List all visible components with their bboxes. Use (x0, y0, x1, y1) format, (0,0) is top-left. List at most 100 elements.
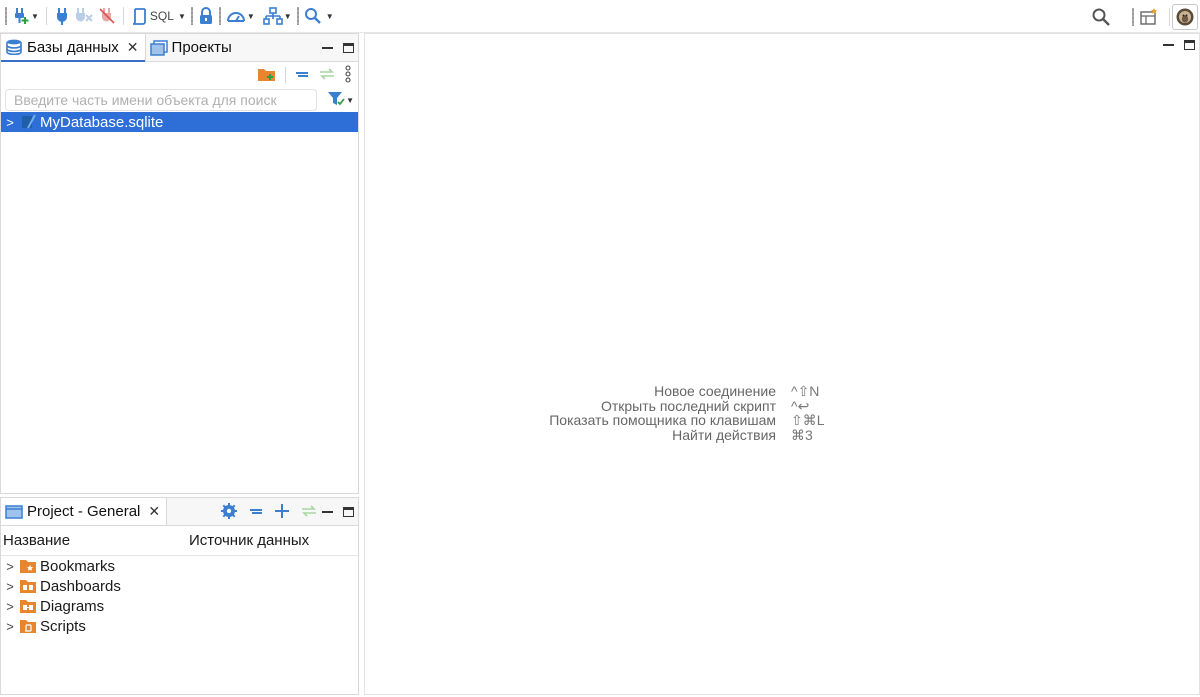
network-button[interactable]: ▼ (261, 4, 294, 28)
close-icon[interactable]: ✕ (127, 39, 139, 56)
tab-project-general[interactable]: Project - General ✕ (1, 498, 168, 525)
toolbar-grip[interactable] (218, 7, 221, 25)
list-item-label: Dashboards (40, 577, 121, 595)
hint-find-actions[interactable]: Найти действия ⌘3 (545, 428, 825, 443)
close-icon[interactable]: ✕ (148, 503, 160, 520)
hint-shortcut: ⌘3 (791, 426, 813, 443)
minimize-icon[interactable] (1163, 44, 1174, 46)
maximize-icon[interactable] (1184, 40, 1195, 50)
editor-area: Новое соединение ^⇧N Открыть последний с… (364, 33, 1200, 695)
sql-editor-button[interactable]: SQL ▼ (129, 4, 188, 28)
database-icon (5, 39, 23, 55)
chevron-down-icon[interactable]: ▼ (31, 12, 39, 21)
collapse-all-icon[interactable] (294, 66, 310, 85)
project-column-headers: Название Источник данных (1, 526, 358, 556)
disconnect-icon (74, 7, 94, 25)
chevron-down-icon[interactable]: ▼ (247, 12, 255, 21)
tree-item-mydatabase[interactable]: > MyDatabase.sqlite (1, 112, 358, 132)
hint-label: Найти действия (672, 426, 776, 443)
sqlite-icon (19, 114, 37, 130)
minimize-icon[interactable] (322, 47, 333, 49)
hint-label: Новое соединение (654, 383, 776, 399)
toolbar-grip[interactable] (5, 7, 7, 25)
dbeaver-perspective-button[interactable] (1172, 3, 1198, 30)
maximize-icon[interactable] (343, 43, 354, 53)
hint-show-key-assist[interactable]: Показать помощника по клавишам ⇧⌘L (545, 412, 825, 429)
global-search-button[interactable] (1089, 5, 1113, 29)
open-perspective-button[interactable] (1137, 5, 1161, 29)
tab-databases-label: Базы данных (27, 38, 119, 56)
link-with-editor-icon[interactable] (318, 66, 336, 85)
project-tabbar: Project - General ✕ (1, 498, 358, 526)
list-item[interactable]: > Scripts (1, 616, 358, 636)
dashboards-folder-icon (19, 578, 37, 594)
navigator-filter-row: ▼ (1, 88, 358, 112)
toolbar-grip[interactable] (190, 7, 193, 25)
scripts-folder-icon (19, 618, 37, 634)
lock-icon (198, 7, 214, 25)
project-tree: > Bookmarks > Dashboards > Diagrams > Sc… (1, 556, 358, 636)
actions-separator (285, 67, 286, 83)
list-item-label: Scripts (40, 617, 86, 635)
column-header-datasource[interactable]: Источник данных (189, 532, 309, 549)
toolbar-separator (122, 7, 124, 25)
tab-databases[interactable]: Базы данных ✕ (1, 34, 145, 62)
chevron-right-icon[interactable]: > (1, 619, 19, 634)
tab-project-label: Project - General (27, 503, 141, 520)
hint-new-connection[interactable]: Новое соединение ^⇧N (545, 384, 825, 399)
navigator-actions (1, 62, 358, 88)
avatar (1176, 8, 1194, 26)
chevron-right-icon[interactable]: > (1, 599, 19, 614)
link-with-editor-icon[interactable] (300, 503, 318, 522)
disconnect-all-button[interactable] (96, 4, 118, 28)
disconnect-button[interactable] (72, 4, 96, 28)
list-item[interactable]: > Dashboards (1, 576, 358, 596)
search-icon (304, 7, 322, 25)
minimize-icon[interactable] (322, 511, 333, 513)
chevron-right-icon[interactable]: > (1, 579, 19, 594)
chevron-down-icon[interactable]: ▼ (284, 12, 292, 21)
toolbar-grip[interactable] (1132, 7, 1134, 26)
new-folder-icon[interactable] (257, 66, 277, 85)
list-item-label: Bookmarks (40, 557, 116, 575)
collapse-all-icon[interactable] (248, 503, 264, 522)
global-search-icon (1091, 7, 1111, 27)
filter-button[interactable]: ▼ (327, 91, 354, 110)
chevron-right-icon[interactable]: > (1, 559, 19, 574)
hint-shortcut: ⇧⌘L (791, 412, 825, 429)
search-button[interactable]: ▼ (302, 4, 336, 28)
toolbar-separator (1169, 7, 1170, 26)
bookmarks-folder-icon (19, 558, 37, 574)
project-icon (5, 504, 23, 520)
dashboard-button[interactable]: ▼ (224, 4, 257, 28)
perspective-icon (1139, 7, 1159, 27)
list-item[interactable]: > Bookmarks (1, 556, 358, 576)
list-item[interactable]: > Diagrams (1, 596, 358, 616)
connect-icon (54, 7, 70, 25)
editor-empty-hints: Новое соединение ^⇧N Открыть последний с… (545, 384, 825, 443)
expand-all-icon[interactable] (274, 503, 290, 522)
chevron-down-icon[interactable]: ▼ (326, 12, 334, 21)
project-actions (220, 498, 318, 526)
tab-projects-label: Проекты (171, 39, 232, 56)
gear-icon[interactable] (220, 502, 238, 523)
sql-editor-icon (131, 7, 147, 25)
new-connection-icon (12, 7, 30, 25)
more-options-icon[interactable] (344, 64, 352, 86)
toolbar-grip[interactable] (296, 7, 299, 25)
network-icon (262, 7, 283, 25)
hint-open-recent-script[interactable]: Открыть последний скрипт ^↩ (545, 398, 825, 414)
column-header-name[interactable]: Название (1, 532, 189, 549)
chevron-down-icon[interactable]: ▼ (346, 96, 354, 105)
tab-projects[interactable]: Проекты (146, 34, 238, 61)
transaction-lock-button[interactable] (196, 4, 216, 28)
object-filter-input[interactable] (5, 89, 318, 111)
list-item-label: Diagrams (40, 597, 105, 615)
chevron-right-icon[interactable]: > (1, 115, 19, 130)
projects-icon (149, 39, 168, 56)
chevron-down-icon[interactable]: ▼ (178, 12, 186, 21)
connect-button[interactable] (52, 4, 72, 28)
maximize-icon[interactable] (343, 507, 354, 517)
panel-window-controls (322, 34, 354, 62)
new-connection-button[interactable]: ▼ (10, 4, 41, 28)
